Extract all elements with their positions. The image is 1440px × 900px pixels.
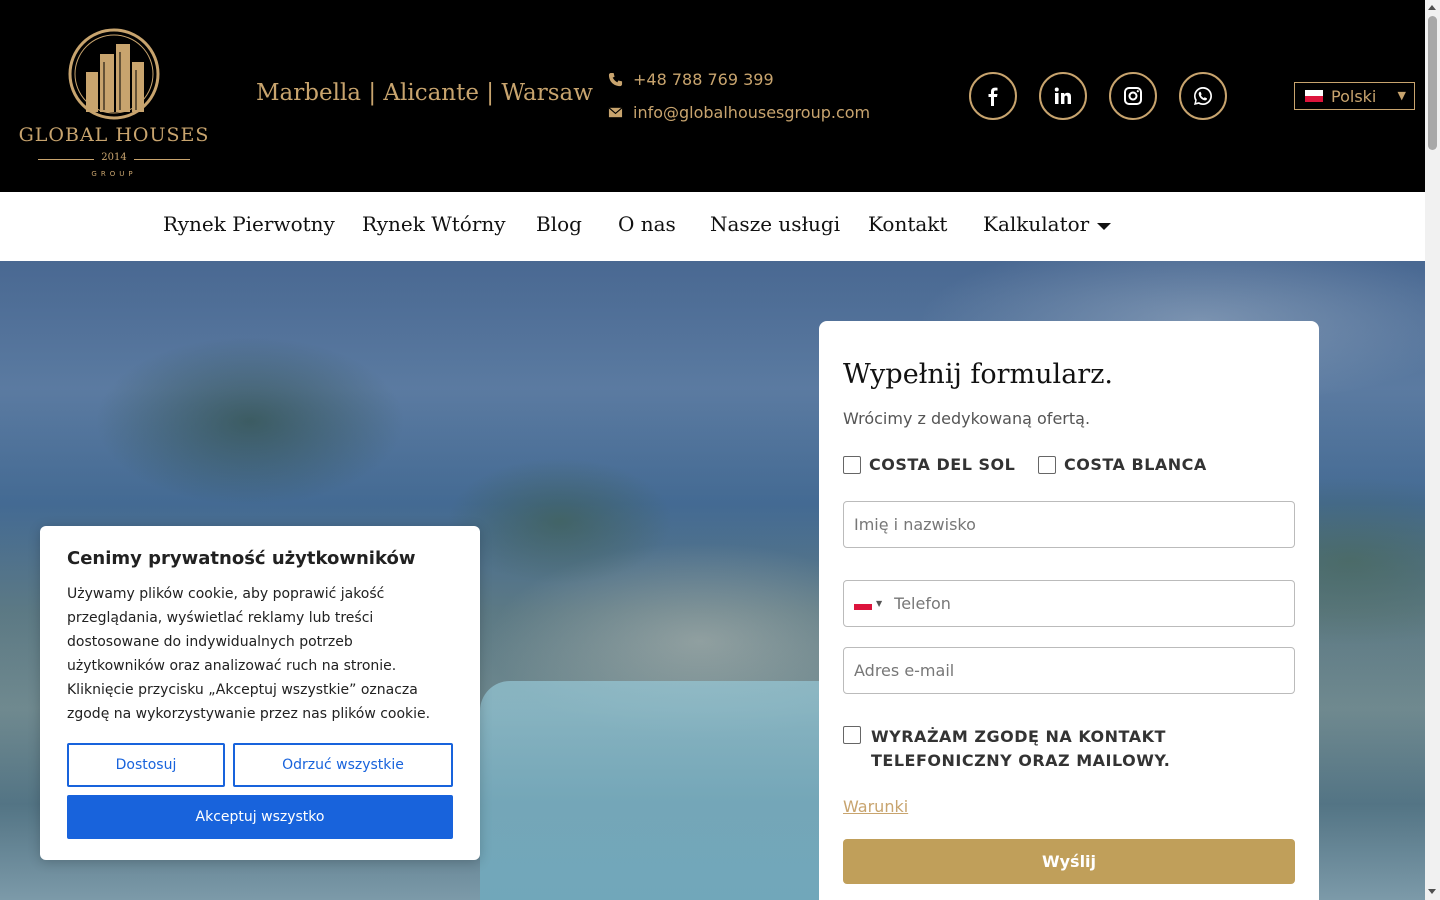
language-select[interactable]: Polski ▼ xyxy=(1294,82,1415,110)
phone-icon xyxy=(608,72,623,87)
costa-blanca-label: COSTA BLANCA xyxy=(1064,455,1207,474)
facebook-button[interactable] xyxy=(969,72,1017,120)
linkedin-button[interactable] xyxy=(1039,72,1087,120)
logo-group: GROUP xyxy=(91,170,137,178)
instagram-button[interactable] xyxy=(1109,72,1157,120)
instagram-icon xyxy=(1124,87,1142,105)
chevron-down-icon: ▼ xyxy=(1397,89,1406,102)
caret-down-icon[interactable] xyxy=(1097,223,1111,230)
scroll-down-icon[interactable] xyxy=(1428,889,1436,894)
country-caret-icon[interactable]: ▼ xyxy=(876,599,882,608)
costa-blanca-checkbox[interactable] xyxy=(1038,456,1056,474)
poland-flag-icon xyxy=(1305,90,1323,102)
customize-button[interactable]: Dostosuj xyxy=(67,743,225,787)
logo-name: GLOBAL HOUSES xyxy=(18,124,210,146)
terms-link[interactable]: Warunki xyxy=(843,797,908,816)
name-placeholder: Imię i nazwisko xyxy=(854,515,976,534)
consent-label: WYRAŻAM ZGODĘ NA KONTAKT TELEFONICZNY OR… xyxy=(871,727,1171,770)
nav-item-kontakt[interactable]: Kontakt xyxy=(868,212,947,236)
top-header: GLOBAL HOUSES 2014 GROUP Marbella | Alic… xyxy=(0,0,1425,192)
cookie-banner: Cenimy prywatność użytkowników Używamy p… xyxy=(40,526,480,860)
scrollbar[interactable] xyxy=(1425,0,1440,900)
nav-item-rynek-wtorny[interactable]: Rynek Wtórny xyxy=(362,212,506,236)
whatsapp-button[interactable] xyxy=(1179,72,1227,120)
logo[interactable]: GLOBAL HOUSES 2014 GROUP xyxy=(18,28,210,180)
accept-all-button[interactable]: Akceptuj wszystko xyxy=(67,795,453,839)
logo-emblem-icon xyxy=(68,28,160,120)
nav-item-blog[interactable]: Blog xyxy=(536,212,582,236)
phone-number: +48 788 769 399 xyxy=(633,70,774,89)
name-field[interactable]: Imię i nazwisko xyxy=(843,501,1295,548)
scroll-up-icon[interactable] xyxy=(1428,5,1436,10)
consent-checkbox[interactable] xyxy=(843,726,861,744)
cookie-title: Cenimy prywatność użytkowników xyxy=(67,548,416,569)
whatsapp-icon xyxy=(1194,87,1212,105)
nav-item-rynek-pierwotny[interactable]: Rynek Pierwotny xyxy=(163,212,335,236)
cookie-text: Używamy plików cookie, aby poprawić jako… xyxy=(67,586,431,722)
nav-item-nasze-uslugi[interactable]: Nasze usługi xyxy=(710,212,840,236)
envelope-icon xyxy=(608,107,623,118)
form-title: Wypełnij formularz. xyxy=(843,359,1113,390)
logo-year: 2014 xyxy=(101,152,127,163)
linkedin-icon xyxy=(1054,87,1071,104)
poland-flag-icon[interactable] xyxy=(854,597,872,610)
language-label: Polski xyxy=(1331,86,1377,106)
costa-del-sol-checkbox[interactable] xyxy=(843,456,861,474)
form-subtitle: Wrócimy z dedykowaną ofertą. xyxy=(843,409,1091,428)
nav-item-kalkulator[interactable]: Kalkulator xyxy=(983,212,1089,236)
phone-field[interactable]: ▼ Telefon xyxy=(843,580,1295,627)
main-nav: Rynek Pierwotny Rynek Wtórny Blog O nas … xyxy=(0,192,1425,261)
email-address: info@globalhousesgroup.com xyxy=(633,103,871,122)
cities-tagline: Marbella | Alicante | Warsaw xyxy=(256,80,593,106)
phone-placeholder: Telefon xyxy=(894,594,951,613)
reject-all-button[interactable]: Odrzuć wszystkie xyxy=(233,743,453,787)
submit-button[interactable]: Wyślij xyxy=(843,839,1295,884)
contact-form: Wypełnij formularz. Wrócimy z dedykowaną… xyxy=(819,321,1319,900)
logo-divider xyxy=(134,159,190,160)
facebook-icon xyxy=(988,87,998,106)
scrollbar-thumb[interactable] xyxy=(1428,16,1437,150)
nav-item-o-nas[interactable]: O nas xyxy=(618,212,676,236)
phone-link[interactable]: +48 788 769 399 xyxy=(608,70,774,89)
email-placeholder: Adres e-mail xyxy=(854,661,955,680)
costa-del-sol-label: COSTA DEL SOL xyxy=(869,455,1016,474)
email-field[interactable]: Adres e-mail xyxy=(843,647,1295,694)
email-link[interactable]: info@globalhousesgroup.com xyxy=(608,103,870,122)
